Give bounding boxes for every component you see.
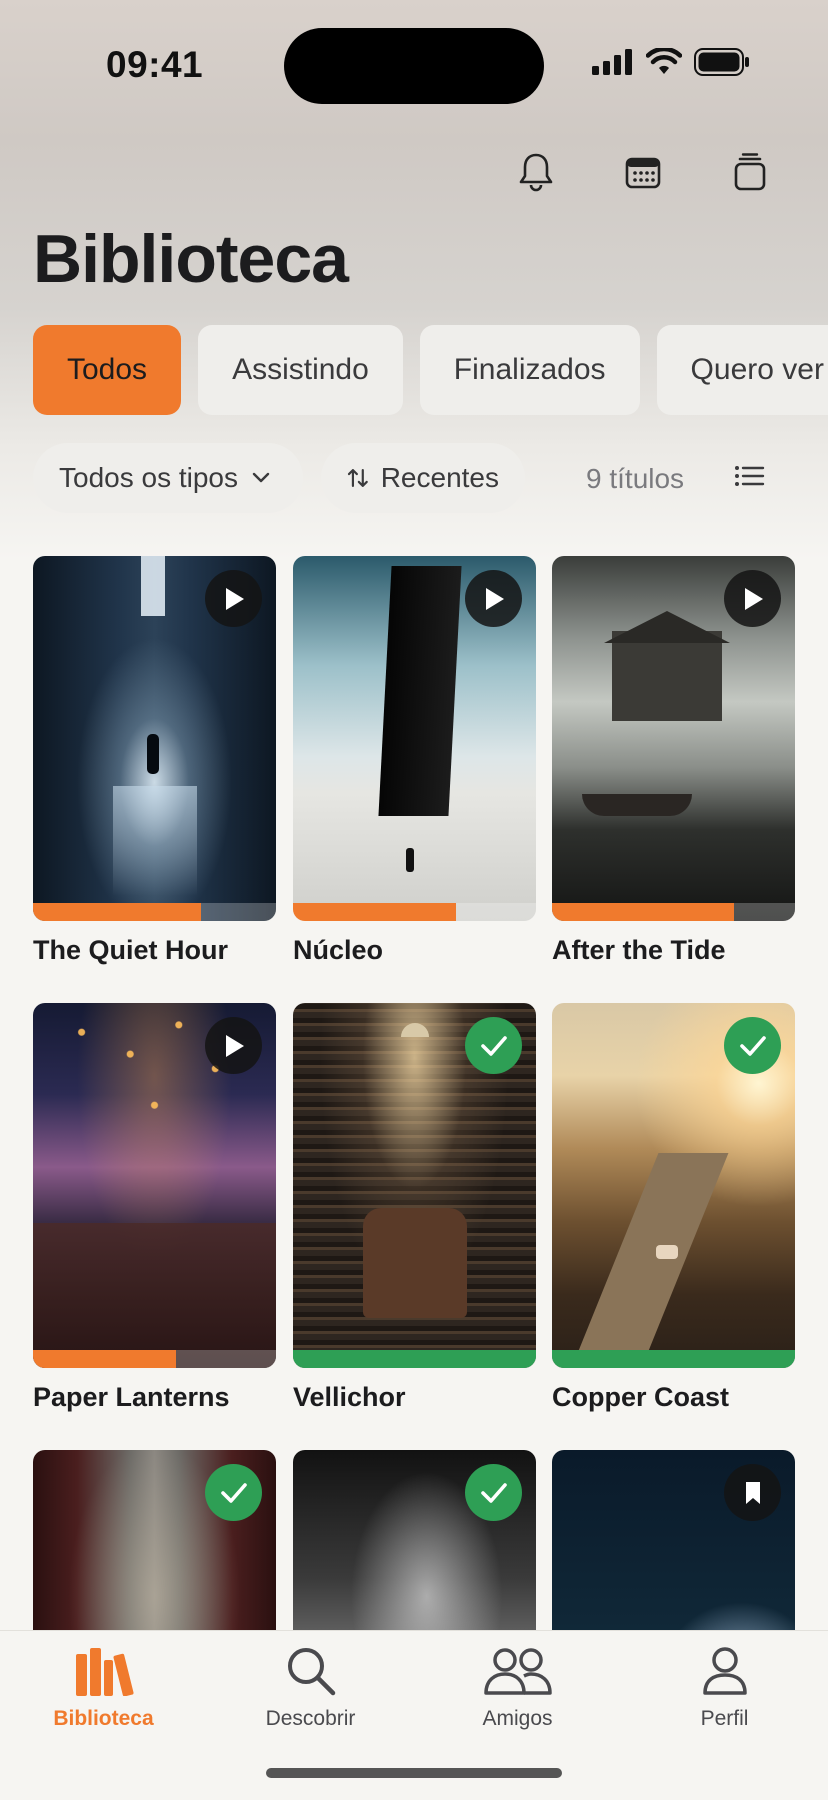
tab-todos[interactable]: Todos [33, 325, 182, 415]
sort-button[interactable]: Recentes [321, 443, 525, 513]
tabbar-label: Amigos [482, 1707, 553, 1730]
sort-label: Recentes [380, 462, 499, 493]
play-button[interactable] [205, 570, 262, 627]
floor-reflection [113, 786, 197, 896]
checkmark-icon [220, 1482, 247, 1503]
status-icons [592, 48, 750, 76]
library-item[interactable]: Vellichor [293, 1003, 536, 1413]
item-title: After the Tide [552, 935, 726, 965]
bookmark-icon [745, 1481, 760, 1504]
tabbar-label: Biblioteca [53, 1707, 154, 1730]
progress-fill [552, 903, 735, 921]
item-cover[interactable] [293, 556, 536, 921]
item-cover[interactable] [33, 1003, 276, 1368]
library-item[interactable]: Paper Lanterns [33, 1003, 276, 1413]
ceiling-light [141, 556, 165, 616]
armchair [363, 1208, 467, 1318]
sort-icon [347, 469, 368, 487]
item-cover[interactable] [33, 556, 276, 921]
filter-tabs: Todos Assistindo Finalizados Quero ver [33, 325, 828, 415]
checkmark-icon [480, 1482, 507, 1503]
item-cover[interactable] [552, 1003, 795, 1368]
bookmark-button[interactable] [724, 1464, 781, 1521]
stack-icon [734, 153, 766, 191]
finished-badge[interactable] [724, 1017, 781, 1074]
car [656, 1245, 678, 1259]
signal-icon [592, 49, 632, 75]
dynamic-island [284, 28, 544, 104]
friends-icon [483, 1648, 552, 1695]
header-actions [0, 148, 828, 198]
library-item[interactable]: Copper Coast [552, 1003, 795, 1413]
play-icon [225, 1034, 244, 1057]
item-title: The Quiet Hour [33, 935, 228, 965]
coastal-road [565, 1153, 729, 1368]
titles-count: 9 títulos [586, 463, 685, 494]
play-icon [485, 587, 504, 610]
filters-row: Todos os tipos Recentes 9 títulos [33, 443, 828, 513]
item-cover[interactable] [552, 556, 795, 921]
figure-silhouette [147, 734, 159, 774]
progress-fill [293, 1350, 536, 1368]
boat [582, 794, 692, 816]
tabbar-label: Descobrir [265, 1707, 356, 1730]
finished-badge[interactable] [465, 1017, 522, 1074]
profile-icon [702, 1647, 747, 1695]
finished-badge[interactable] [205, 1464, 262, 1521]
type-filter-label: Todos os tipos [59, 462, 238, 493]
rooftops [33, 1223, 276, 1368]
play-button[interactable] [205, 1017, 262, 1074]
house [612, 631, 722, 721]
home-indicator [266, 1768, 562, 1778]
checkmark-icon [480, 1035, 507, 1056]
tabbar-label: Perfil [700, 1707, 749, 1730]
tabbar-item-perfil[interactable]: Perfil [621, 1631, 828, 1761]
battery-icon [694, 48, 749, 76]
tabbar-item-descobrir[interactable]: Descobrir [207, 1631, 414, 1761]
tab-assistindo[interactable]: Assistindo [198, 325, 403, 415]
tabbar-item-amigos[interactable]: Amigos [414, 1631, 621, 1761]
bell-icon [519, 153, 553, 192]
item-title: Vellichor [293, 1382, 406, 1412]
tabbar-item-biblioteca[interactable]: Biblioteca [0, 1631, 207, 1761]
list-view-button[interactable] [733, 459, 773, 499]
monolith [378, 566, 462, 816]
checkmark-icon [739, 1035, 766, 1056]
item-title: Núcleo [293, 935, 384, 965]
library-item[interactable]: After the Tide [552, 556, 795, 966]
library-item[interactable]: Núcleo [293, 556, 536, 966]
tab-quero-ver[interactable]: Quero ver [656, 325, 828, 415]
tab-finalizados[interactable]: Finalizados [419, 325, 640, 415]
figure-silhouette [406, 848, 414, 872]
wifi-icon [646, 48, 682, 74]
item-title: Copper Coast [552, 1382, 730, 1412]
collections-button[interactable] [726, 148, 774, 196]
play-icon [744, 587, 763, 610]
library-icon [75, 1648, 134, 1696]
progress-fill [33, 1350, 177, 1368]
notifications-button[interactable] [512, 148, 560, 196]
play-icon [225, 587, 244, 610]
progress-fill [33, 903, 201, 921]
calendar-button[interactable] [619, 148, 667, 196]
play-button[interactable] [465, 570, 522, 627]
progress-fill [293, 903, 456, 921]
play-button[interactable] [724, 570, 781, 627]
calendar-icon [625, 157, 661, 189]
item-title: Paper Lanterns [33, 1382, 230, 1412]
chevron-down-icon [252, 472, 270, 483]
finished-badge[interactable] [465, 1464, 522, 1521]
page-title: Biblioteca [33, 221, 349, 297]
house-roof [604, 611, 730, 643]
library-item[interactable]: The Quiet Hour [33, 556, 276, 966]
type-filter-dropdown[interactable]: Todos os tipos [33, 443, 303, 513]
list-icon [735, 466, 765, 486]
search-icon [287, 1648, 335, 1696]
hanging-lamp [401, 1023, 429, 1037]
status-time: 09:41 [106, 44, 204, 85]
progress-fill [552, 1350, 795, 1368]
item-cover[interactable] [293, 1003, 536, 1368]
